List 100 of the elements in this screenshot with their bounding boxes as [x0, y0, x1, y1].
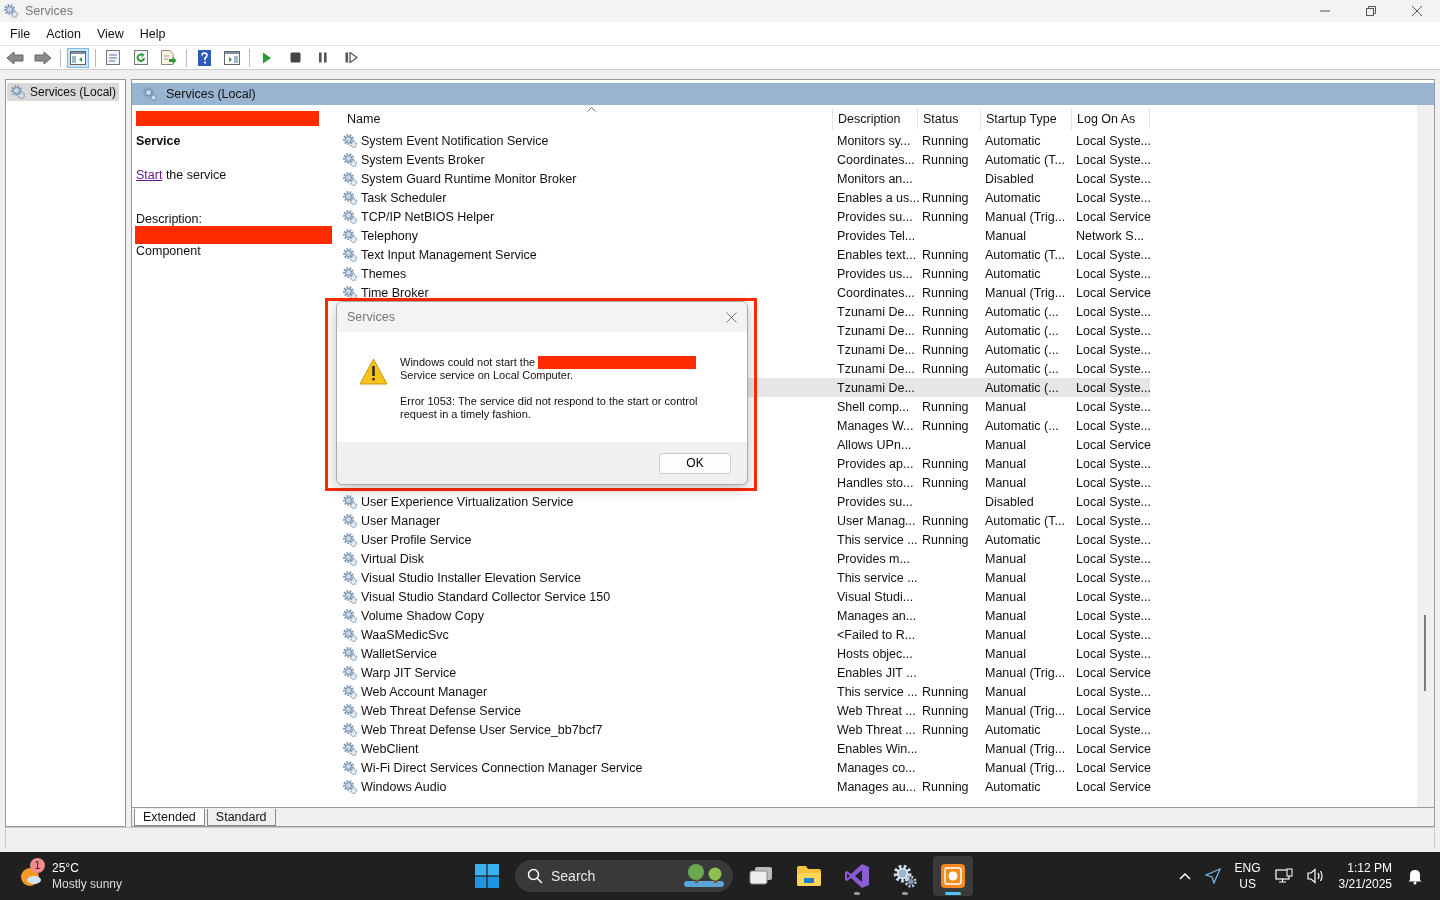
error-text: Error 1053: The service did not respond to the start or control request in a timely fashion. [400, 395, 699, 421]
table-row[interactable]: TCP/IP NetBIOS Helper Provides su... Running Manual (Trig... Local Service [342, 207, 1150, 226]
gears-icon[interactable] [892, 863, 918, 889]
table-cell: WalletService [361, 646, 437, 661]
table-cell: Web Threat ... [837, 722, 916, 737]
folder-icon[interactable] [796, 865, 822, 887]
menu-item[interactable]: Help [131, 26, 174, 41]
network-icon[interactable] [1274, 868, 1293, 884]
table-row[interactable]: Visual Studio Standard Collector Service 150 Visual Studi... Manual Local Syste... [342, 587, 1150, 606]
table-cell: Web Threat Defense Service [361, 703, 522, 718]
language-text[interactable]: US [1239, 876, 1256, 892]
table-row[interactable]: Task Scheduler Enables a us... Running Automatic Local Syste... [342, 188, 1150, 207]
table-cell: Automatic [985, 779, 1041, 794]
volume-icon[interactable] [1306, 868, 1325, 884]
table-row[interactable]: Visual Studio Installer Elevation Service This service ... Manual Local Syste... [342, 568, 1150, 587]
description-text: Component [136, 244, 202, 258]
table-cell: Local Syste... [1076, 570, 1152, 585]
table-row[interactable]: Themes Provides us... Running Automatic Local Syste... [342, 264, 1150, 283]
column-header[interactable]: Startup Type [981, 108, 1072, 130]
table-cell: Local Service [1076, 779, 1152, 794]
gears-icon [342, 265, 358, 282]
table-cell: System Event Notification Service [361, 133, 549, 148]
table-cell: Local Syste... [1076, 266, 1152, 281]
tree-item[interactable]: Services (Local) [7, 83, 120, 101]
temperature-text: 25°C [52, 860, 80, 876]
clock-date[interactable]: 3/21/2025 [1338, 876, 1392, 892]
table-row[interactable]: Windows Audio Manages au... Running Automatic Local Service [342, 777, 1150, 796]
search-field[interactable]: Search [515, 860, 733, 892]
table-row[interactable]: Text Input Management Service Enables text... Running Automatic (T... Local Syste... [342, 245, 1150, 264]
table-cell: Local Syste... [1076, 646, 1152, 661]
table-row[interactable]: Web Threat Defense User Service_bb7bcf7 Web Threat ... Running Automatic Local Syste... [342, 720, 1150, 739]
recorder-icon[interactable] [940, 863, 966, 889]
table-row[interactable]: User Manager User Manag... Running Automatic (T... Local Syste... [342, 511, 1150, 530]
gears-icon [342, 550, 358, 567]
gears-icon [342, 493, 358, 510]
table-cell: Local Service [1076, 703, 1152, 718]
restore-icon[interactable] [1365, 5, 1377, 17]
stop-icon[interactable] [289, 52, 301, 63]
table-cell: Running [922, 323, 969, 338]
menu-item[interactable]: Action [38, 26, 89, 41]
pause-icon[interactable] [318, 52, 328, 63]
table-cell: Enables text... [837, 247, 917, 262]
table-cell: Manual (Trig... [985, 209, 1066, 224]
windows-logo-icon[interactable] [475, 864, 499, 888]
table-row[interactable]: Warp JIT Service Enables JIT ... Manual (Trig... Local Service [342, 663, 1150, 682]
table-cell: Local Syste... [1076, 152, 1152, 167]
gears-icon [342, 588, 358, 605]
close-icon[interactable] [726, 311, 737, 323]
table-row[interactable]: Volume Shadow Copy Manages an... Manual Local Syste... [342, 606, 1150, 625]
table-cell: System Guard Runtime Monitor Broker [361, 171, 577, 186]
table-row[interactable]: Virtual Disk Provides m... Manual Local Syste... [342, 549, 1150, 568]
table-row[interactable]: Wi-Fi Direct Services Connection Manager Service Manages co... Manual (Trig... Local Service [342, 758, 1150, 777]
language-text[interactable]: ENG [1234, 860, 1261, 876]
table-row[interactable]: Web Account Manager This service ... Running Manual Local Syste... [342, 682, 1150, 701]
clock-time[interactable]: 1:12 PM [1347, 860, 1392, 876]
table-cell: Local Syste... [1076, 133, 1152, 148]
task-view-icon[interactable] [749, 866, 773, 886]
gears-icon [342, 645, 358, 662]
table-cell: Local Syste... [1076, 608, 1152, 623]
table-row[interactable]: User Profile Service This service ... Running Automatic Local Syste... [342, 530, 1150, 549]
menu-item[interactable]: View [88, 26, 132, 41]
table-row[interactable]: WalletService Hosts objec... Manual Local Syste... [342, 644, 1150, 663]
table-cell: Running [922, 779, 969, 794]
table-cell: Enables a us... [837, 190, 920, 205]
scrollbar-thumb[interactable] [1424, 615, 1426, 691]
gears-icon [342, 721, 358, 738]
table-cell: Hosts objec... [837, 646, 913, 661]
gears-icon [3, 3, 19, 19]
table-row[interactable]: WebClient Enables Win... Manual (Trig... Local Service [342, 739, 1150, 758]
bell-icon[interactable] [1406, 867, 1424, 885]
chevron-up-icon[interactable] [1178, 872, 1191, 880]
column-header[interactable]: Status [918, 108, 981, 130]
table-row[interactable]: Time Broker Coordinates... Running Manual (Trig... Local Service [342, 283, 1150, 302]
table-cell: Automatic [985, 266, 1041, 281]
table-row[interactable]: Web Threat Defense Service Web Threat ... Running Manual (Trig... Local Service [342, 701, 1150, 720]
table-row[interactable]: Telephony Provides Tel... Manual Network S... [342, 226, 1150, 245]
menu-item[interactable]: File [2, 26, 39, 41]
table-cell: Automatic (... [985, 361, 1059, 376]
table-cell: Manual [985, 646, 1026, 661]
view-tab[interactable]: Standard [206, 809, 276, 826]
location-arrow-icon[interactable] [1204, 868, 1221, 884]
table-row[interactable]: User Experience Virtualization Service Provides su... Disabled Local Syste... [342, 492, 1150, 511]
column-header[interactable]: Description [833, 108, 918, 130]
table-row[interactable]: System Guard Runtime Monitor Broker Monitors an... Disabled Local Syste... [342, 169, 1150, 188]
table-row[interactable]: WaaSMedicSvc <Failed to R... Manual Local Syste... [342, 625, 1150, 644]
visual-studio-icon[interactable] [844, 863, 870, 889]
restart-icon[interactable] [344, 52, 358, 63]
column-header[interactable]: Name [342, 108, 833, 130]
start-link[interactable]: Start [136, 168, 163, 182]
table-cell: Automatic [985, 722, 1041, 737]
ok-button[interactable]: OK [659, 452, 731, 474]
view-tab[interactable]: Extended [134, 809, 205, 826]
close-icon[interactable] [1411, 5, 1423, 17]
column-header[interactable]: Log On As [1072, 108, 1150, 130]
running-indicator [902, 892, 908, 895]
table-cell: Local Service [1076, 285, 1152, 300]
table-row[interactable]: System Event Notification Service Monitors sy... Running Automatic Local Syste... [342, 131, 1150, 150]
table-cell: Running [922, 722, 969, 737]
table-row[interactable]: System Events Broker Coordinates... Running Automatic (T... Local Syste... [342, 150, 1150, 169]
play-icon[interactable] [262, 51, 272, 64]
